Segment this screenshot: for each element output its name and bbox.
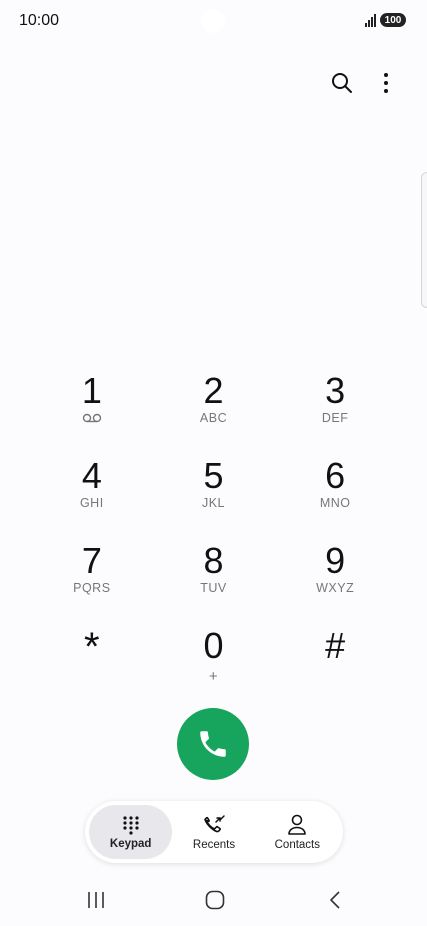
key-digit: 8 xyxy=(203,540,224,581)
search-icon xyxy=(332,73,352,93)
key-3[interactable]: 3 DEF xyxy=(274,368,396,453)
key-letters: ABC xyxy=(199,411,228,425)
status-bar: 10:00 100 xyxy=(0,0,427,42)
key-letters: JKL xyxy=(201,496,226,510)
bottom-navigation: Keypad Recents Contacts xyxy=(85,801,343,863)
key-digit: 0 xyxy=(203,625,224,666)
more-options-button[interactable] xyxy=(373,70,399,96)
key-4[interactable]: 4 GHI xyxy=(31,453,153,538)
key-letters: WXYZ xyxy=(316,581,355,595)
key-digit: * xyxy=(84,625,100,669)
key-8[interactable]: 8 TUV xyxy=(153,538,275,623)
status-time: 10:00 xyxy=(19,12,60,29)
tab-label: Keypad xyxy=(109,837,152,850)
tab-recents[interactable]: Recents xyxy=(172,805,255,859)
key-digit: 3 xyxy=(325,370,346,411)
battery-level: 100 xyxy=(384,14,402,26)
key-6[interactable]: 6 MNO xyxy=(274,453,396,538)
key-digit: 1 xyxy=(81,370,102,411)
key-digit: 5 xyxy=(203,455,224,496)
key-digit: 7 xyxy=(81,540,102,581)
top-actions xyxy=(329,70,399,96)
tab-contacts[interactable]: Contacts xyxy=(256,805,339,859)
key-5[interactable]: 5 JKL xyxy=(153,453,275,538)
phone-icon xyxy=(200,731,226,757)
key-letters: + xyxy=(208,668,219,685)
key-9[interactable]: 9 WXYZ xyxy=(274,538,396,623)
call-button[interactable] xyxy=(177,708,249,780)
key-2[interactable]: 2 ABC xyxy=(153,368,275,453)
camera-cutout xyxy=(201,9,225,33)
tab-keypad[interactable]: Keypad xyxy=(89,805,173,859)
home-button[interactable] xyxy=(200,888,230,912)
key-digit: 9 xyxy=(325,540,346,581)
search-button[interactable] xyxy=(329,70,355,96)
key-7[interactable]: 7 PQRS xyxy=(31,538,153,623)
key-1[interactable]: 1 xyxy=(31,368,153,453)
key-0[interactable]: 0 + xyxy=(153,623,275,708)
tab-label: Recents xyxy=(192,838,236,851)
key-letters: DEF xyxy=(321,411,349,425)
home-icon xyxy=(205,890,225,910)
key-letters: GHI xyxy=(79,496,104,510)
signal-icon xyxy=(365,13,376,27)
recent-apps-icon xyxy=(88,892,104,908)
person-icon xyxy=(288,814,307,835)
key-letters: TUV xyxy=(200,581,227,595)
tab-label: Contacts xyxy=(274,838,321,851)
key-digit: 6 xyxy=(325,455,346,496)
key-digit: # xyxy=(325,625,346,666)
key-letters: PQRS xyxy=(73,581,111,595)
recent-apps-button[interactable] xyxy=(81,888,111,912)
key-hash[interactable]: # xyxy=(274,623,396,708)
voicemail-icon xyxy=(82,411,102,425)
key-star[interactable]: * xyxy=(31,623,153,708)
recent-calls-icon xyxy=(204,814,225,832)
key-digit: 2 xyxy=(203,370,224,411)
status-icons: 100 xyxy=(365,13,406,27)
dialpad-icon xyxy=(123,815,139,835)
key-letters: MNO xyxy=(319,496,351,510)
dial-keypad: 1 2 ABC 3 DEF 4 GHI 5 JKL 6 MNO 7 PQRS 8… xyxy=(31,368,396,708)
key-digit: 4 xyxy=(81,455,102,496)
system-navigation-bar xyxy=(0,878,427,922)
back-icon xyxy=(330,891,340,909)
back-button[interactable] xyxy=(320,888,350,912)
more-vert-icon xyxy=(384,73,388,93)
battery-icon: 100 xyxy=(380,13,406,27)
edge-panel-handle[interactable] xyxy=(421,172,427,308)
